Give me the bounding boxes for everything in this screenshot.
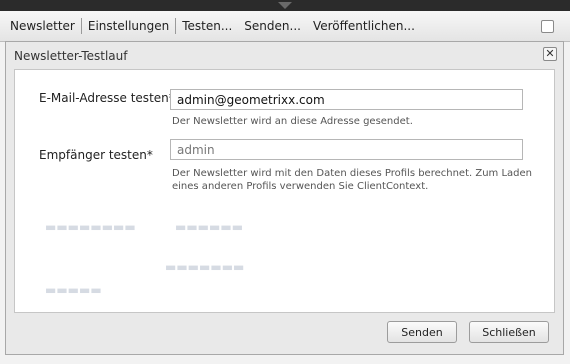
email-label: E-Mail-Adresse testen*	[39, 91, 175, 105]
background-ghost-text: ▬▬▬▬▬	[45, 283, 102, 297]
recipient-label: Empfänger testen*	[39, 148, 153, 162]
email-field[interactable]	[170, 89, 523, 110]
recipient-help-text: Der Newsletter wird mit den Daten dieses…	[172, 168, 533, 192]
recipient-field[interactable]	[170, 139, 523, 160]
background-ghost-text: ▬▬▬▬▬▬▬	[165, 260, 245, 274]
toolbar-item-newsletter[interactable]: Newsletter	[0, 19, 81, 33]
dialog-title: Newsletter-Testlauf	[14, 48, 128, 63]
background-ghost-text: ▬▬▬▬▬▬▬▬	[45, 220, 136, 234]
window-top-strip	[0, 0, 570, 11]
dialog-form-panel: ▬▬▬▬▬▬▬▬ ▬▬▬▬▬▬ ▬▬▬▬▬▬▬ ▬▬▬▬▬ E-Mail-Adr…	[14, 69, 555, 313]
toolbar-item-publish[interactable]: Veröffentlichen...	[307, 19, 421, 33]
newsletter-toolbar: Newsletter Einstellungen Testen... Sende…	[0, 11, 570, 42]
close-button[interactable]: Schließen	[469, 321, 549, 343]
toolbar-item-settings[interactable]: Einstellungen	[82, 19, 175, 33]
collapse-arrow-icon[interactable]	[278, 2, 292, 9]
toolbar-item-send[interactable]: Senden...	[238, 19, 307, 33]
toolbar-item-test[interactable]: Testen...	[176, 19, 238, 33]
toolbar-checkbox[interactable]	[541, 20, 554, 33]
background-ghost-text: ▬▬▬▬▬▬	[175, 220, 244, 234]
email-help-text: Der Newsletter wird an diese Adresse ges…	[172, 116, 413, 127]
send-button[interactable]: Senden	[387, 321, 457, 343]
newsletter-test-dialog: Newsletter-Testlauf ✕ ▬▬▬▬▬▬▬▬ ▬▬▬▬▬▬ ▬▬…	[5, 41, 564, 355]
close-icon[interactable]: ✕	[543, 47, 557, 61]
